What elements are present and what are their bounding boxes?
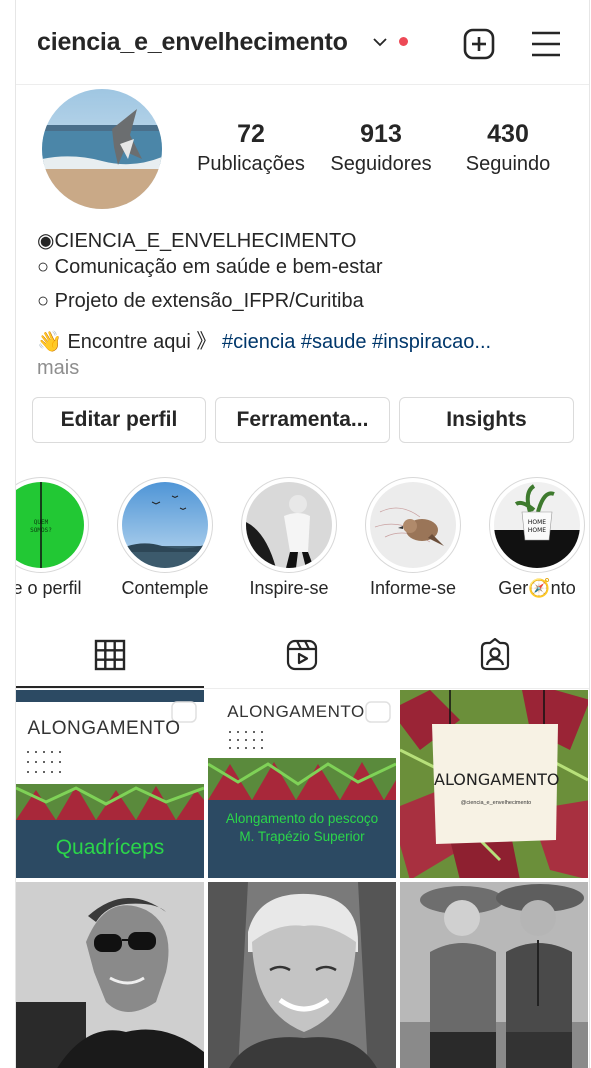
- bio-line-1: ○ Comunicação em saúde e bem-estar: [37, 256, 383, 278]
- avatar-image: [42, 89, 162, 209]
- profile-tabs: [16, 628, 589, 689]
- svg-text:HOME: HOME: [528, 519, 546, 526]
- menu-icon[interactable]: [529, 27, 563, 61]
- profile-name: ◉CIENCIA_E_ENVELHECIMENTO: [37, 230, 357, 252]
- svg-text:QUEM: QUEM: [34, 519, 49, 526]
- highlight-contemple[interactable]: [117, 477, 213, 573]
- posts-count: 72: [237, 120, 265, 148]
- highlight-inspire[interactable]: [241, 477, 337, 573]
- chevron-down-icon[interactable]: [372, 34, 388, 50]
- highlight-label-informe: Informe-se: [369, 578, 457, 598]
- post-photo-man[interactable]: [16, 882, 204, 1068]
- reels-icon[interactable]: [285, 638, 319, 672]
- edit-profile-button[interactable]: Editar perfil: [32, 397, 206, 443]
- followers-count: 913: [360, 120, 402, 148]
- highlight-inspire-cover: [246, 482, 332, 568]
- post-2-caption-line-1: Alongamento do pescoço: [225, 811, 379, 826]
- insights-button[interactable]: Insights: [399, 397, 574, 443]
- highlight-informe[interactable]: [365, 477, 461, 573]
- profile-screen: ciencia_e_envelhecimento 72 Publicações …: [15, 0, 590, 1068]
- stat-posts[interactable]: 72 Publicações: [192, 120, 310, 176]
- post-photo-couple[interactable]: [400, 882, 588, 1068]
- highlight-contemple-cover: [122, 482, 208, 568]
- top-bar: ciencia_e_envelhecimento: [16, 0, 589, 85]
- bio-line-3: 👋 Encontre aqui 》 #ciencia #saude #inspi…: [37, 325, 491, 354]
- svg-text:SOMOS?: SOMOS?: [30, 527, 52, 534]
- highlight-gerontologia-cover: HOME HOME: [494, 482, 580, 568]
- bio-more-link[interactable]: mais: [37, 357, 79, 380]
- bio-line-2: ○ Projeto de extensão_IFPR/Curitiba: [37, 290, 364, 312]
- account-username[interactable]: ciencia_e_envelhecimento: [37, 28, 348, 57]
- highlight-profile-cover: QUEM SOMOS?: [16, 482, 84, 568]
- highlight-label-inspire: Inspire-se: [249, 578, 329, 598]
- highlight-label-contemple: Contemple: [121, 578, 209, 598]
- bio-hashtags[interactable]: #ciencia #saude #inspiracao...: [222, 331, 491, 353]
- posts-label: Publicações: [197, 153, 305, 175]
- post-2-caption-line-2: M. Trapézio Superior: [239, 829, 365, 844]
- notification-dot: [399, 37, 408, 46]
- bio-line-3-text: 👋 Encontre aqui 》: [37, 331, 222, 353]
- post-quadriceps[interactable]: ALONGAMENTO Quadríceps: [16, 690, 204, 878]
- post-2-title: ALONGAMENTO: [227, 702, 365, 721]
- post-3-handle: @ciencia_e_envelhecimento: [460, 800, 532, 806]
- stat-following[interactable]: 430 Seguindo: [453, 120, 563, 176]
- stat-followers[interactable]: 913 Seguidores: [322, 120, 440, 176]
- profile-avatar[interactable]: [42, 89, 162, 209]
- followers-label: Seguidores: [330, 153, 432, 175]
- tagged-icon[interactable]: [478, 638, 512, 672]
- post-2-caption: Alongamento do pescoço M. Trapézio Super…: [208, 810, 396, 846]
- highlight-label-gerontologia: Ger🧭nto: [498, 578, 576, 598]
- active-tab-indicator: [16, 686, 204, 688]
- post-1-caption: Quadríceps: [55, 836, 165, 859]
- following-label: Seguindo: [465, 153, 551, 175]
- highlight-informe-cover: [370, 482, 456, 568]
- svg-text:HOME: HOME: [528, 527, 546, 534]
- post-photo-woman[interactable]: [208, 882, 396, 1068]
- new-post-icon[interactable]: [462, 27, 496, 61]
- post-1-title: ALONGAMENTO: [27, 718, 181, 739]
- post-pescoco[interactable]: ALONGAMENTO Alongamento do pescoço M. Tr…: [208, 690, 396, 878]
- tools-button[interactable]: Ferramenta...: [215, 397, 390, 443]
- post-alongamento-sign[interactable]: ALONGAMENTO @ciencia_e_envelhecimento: [400, 690, 588, 878]
- following-count: 430: [487, 120, 529, 148]
- post-3-title: ALONGAMENTO: [434, 770, 560, 789]
- highlight-profile[interactable]: QUEM SOMOS?: [16, 477, 89, 573]
- highlight-gerontologia[interactable]: HOME HOME: [489, 477, 585, 573]
- highlight-label-profile: re o perfil: [16, 578, 82, 598]
- grid-icon[interactable]: [93, 638, 127, 672]
